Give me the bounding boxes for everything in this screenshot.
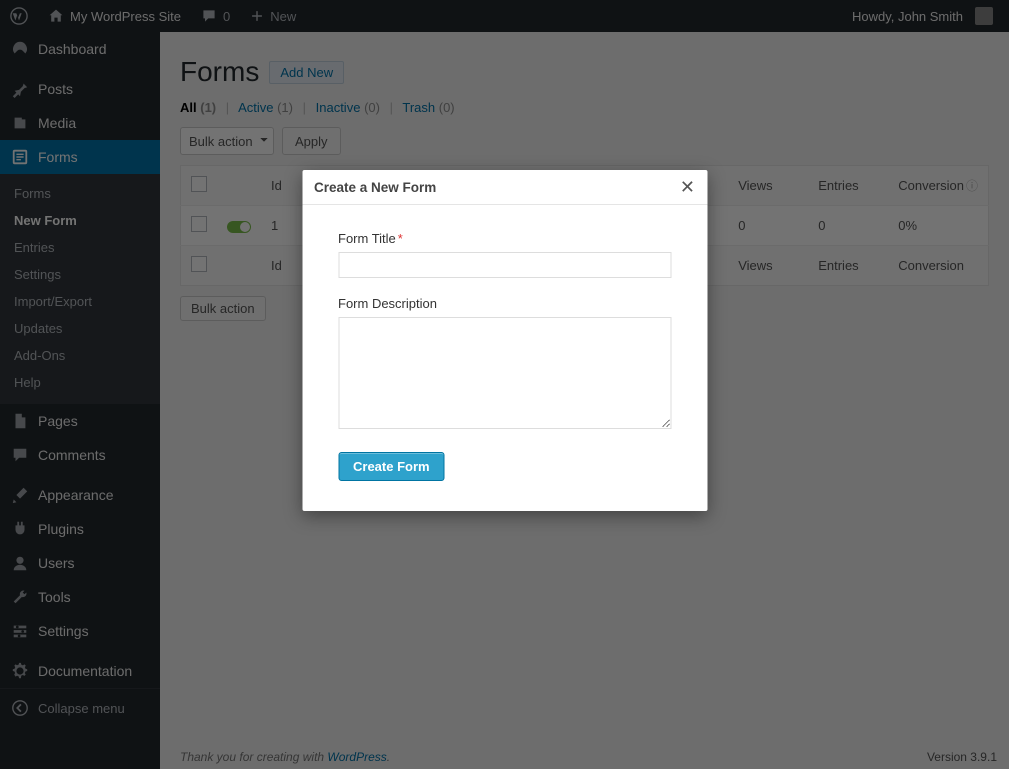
required-indicator: * [398, 231, 403, 246]
create-form-button[interactable]: Create Form [338, 452, 445, 481]
form-description-label: Form Description [338, 296, 671, 311]
form-title-input[interactable] [338, 252, 671, 278]
form-description-textarea[interactable] [338, 317, 671, 429]
form-title-label: Form Title* [338, 231, 671, 246]
close-icon[interactable]: ✕ [680, 178, 695, 196]
modal-title: Create a New Form [314, 180, 436, 195]
create-form-modal: Create a New Form ✕ Form Title* Form Des… [302, 170, 707, 511]
